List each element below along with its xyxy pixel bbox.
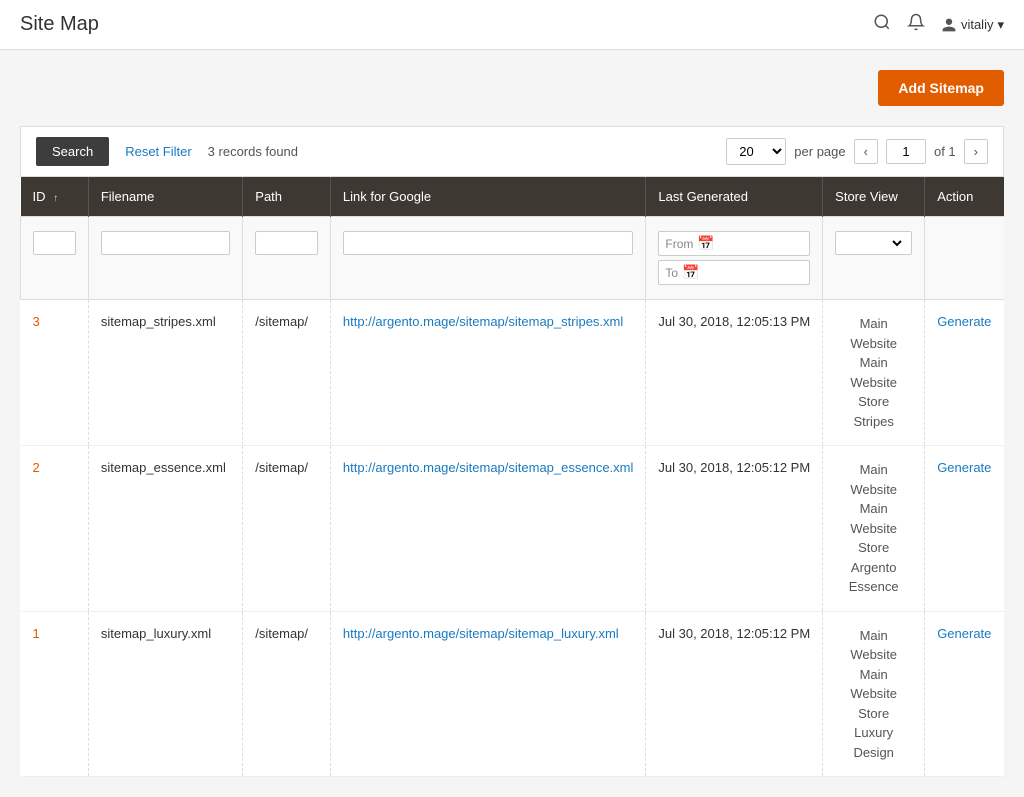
records-found: 3 records found	[208, 144, 298, 159]
link-2[interactable]: http://argento.mage/sitemap/sitemap_esse…	[343, 460, 633, 475]
cell-filename-1: sitemap_luxury.xml	[88, 611, 242, 777]
col-link: Link for Google	[330, 177, 645, 217]
top-bar-icons: vitaliy ▾	[873, 13, 1004, 36]
user-name: vitaliy	[961, 17, 994, 32]
cell-id-3: 3	[21, 300, 89, 446]
cell-date-3: Jul 30, 2018, 12:05:13 PM	[646, 300, 823, 446]
cell-date-1: Jul 30, 2018, 12:05:12 PM	[646, 611, 823, 777]
table-row: 1 sitemap_luxury.xml /sitemap/ http://ar…	[21, 611, 1005, 777]
cell-path-3: /sitemap/	[243, 300, 331, 446]
search-icon[interactable]	[873, 13, 891, 36]
col-path: Path	[243, 177, 331, 217]
generate-link-1[interactable]: Generate	[937, 626, 991, 641]
filter-date: From 📅 To 📅	[646, 217, 823, 300]
action-bar: Add Sitemap	[20, 70, 1004, 106]
top-bar: Site Map vitaliy ▾	[0, 0, 1024, 50]
cell-date-2: Jul 30, 2018, 12:05:12 PM	[646, 446, 823, 612]
search-button[interactable]: Search	[36, 137, 109, 166]
store-filter[interactable]	[835, 231, 912, 255]
cell-path-2: /sitemap/	[243, 446, 331, 612]
col-filename: Filename	[88, 177, 242, 217]
filter-id-input[interactable]	[33, 231, 76, 255]
per-page-label: per page	[794, 144, 845, 159]
bell-icon[interactable]	[907, 13, 925, 36]
table-header-row: ID ↑ Filename Path Link for Google Last …	[21, 177, 1005, 217]
date-from-label: From	[665, 237, 693, 251]
reset-filter-button[interactable]: Reset Filter	[125, 144, 191, 159]
sitemap-table: ID ↑ Filename Path Link for Google Last …	[20, 177, 1004, 777]
filter-row: From 📅 To 📅	[21, 217, 1005, 300]
page-next-button[interactable]: ›	[964, 139, 988, 164]
cell-action-1: Generate	[925, 611, 1004, 777]
cell-id-2: 2	[21, 446, 89, 612]
add-sitemap-button[interactable]: Add Sitemap	[878, 70, 1004, 106]
page-input[interactable]	[886, 139, 926, 164]
link-1[interactable]: http://argento.mage/sitemap/sitemap_luxu…	[343, 626, 619, 641]
date-filter: From 📅 To 📅	[658, 231, 810, 285]
date-to-row: To 📅	[658, 260, 810, 285]
link-3[interactable]: http://argento.mage/sitemap/sitemap_stri…	[343, 314, 623, 329]
user-menu[interactable]: vitaliy ▾	[941, 17, 1004, 33]
date-to-label: To	[665, 266, 678, 280]
chevron-down-icon: ▾	[997, 17, 1004, 33]
per-page-dropdown[interactable]: 20 30 50 100 200	[727, 139, 785, 164]
date-from-row: From 📅	[658, 231, 810, 256]
col-store-view: Store View	[823, 177, 925, 217]
cell-store-3: Main WebsiteMain Website StoreStripes	[823, 300, 925, 446]
cell-store-1: Main WebsiteMain Website StoreLuxury Des…	[823, 611, 925, 777]
filter-link-input[interactable]	[343, 231, 633, 255]
filter-path-input[interactable]	[255, 231, 318, 255]
cell-path-1: /sitemap/	[243, 611, 331, 777]
filter-id	[21, 217, 89, 300]
calendar-to-icon[interactable]: 📅	[682, 264, 699, 281]
page-of: of 1	[934, 144, 956, 159]
per-page-select[interactable]: 20 30 50 100 200	[726, 138, 786, 165]
cell-filename-2: sitemap_essence.xml	[88, 446, 242, 612]
pagination-area: 20 30 50 100 200 per page ‹ of 1 ›	[726, 138, 988, 165]
col-generated: Last Generated	[646, 177, 823, 217]
cell-filename-3: sitemap_stripes.xml	[88, 300, 242, 446]
generate-link-2[interactable]: Generate	[937, 460, 991, 475]
filter-filename	[88, 217, 242, 300]
cell-link-3: http://argento.mage/sitemap/sitemap_stri…	[330, 300, 645, 446]
filter-link	[330, 217, 645, 300]
filter-action-empty	[925, 217, 1004, 300]
store-filter-select[interactable]	[842, 235, 905, 251]
page-content: Add Sitemap Search Reset Filter 3 record…	[0, 50, 1024, 797]
search-toolbar: Search Reset Filter 3 records found 20 3…	[20, 126, 1004, 177]
cell-link-2: http://argento.mage/sitemap/sitemap_esse…	[330, 446, 645, 612]
cell-store-2: Main WebsiteMain Website StoreArgento Es…	[823, 446, 925, 612]
cell-action-3: Generate	[925, 300, 1004, 446]
filter-filename-input[interactable]	[101, 231, 230, 255]
col-action: Action	[925, 177, 1004, 217]
generate-link-3[interactable]: Generate	[937, 314, 991, 329]
page-prev-button[interactable]: ‹	[854, 139, 878, 164]
filter-path	[243, 217, 331, 300]
col-id[interactable]: ID ↑	[21, 177, 89, 217]
page-title: Site Map	[20, 13, 99, 36]
cell-id-1: 1	[21, 611, 89, 777]
sort-arrow-id: ↑	[53, 193, 58, 204]
cell-link-1: http://argento.mage/sitemap/sitemap_luxu…	[330, 611, 645, 777]
table-row: 2 sitemap_essence.xml /sitemap/ http://a…	[21, 446, 1005, 612]
calendar-from-icon[interactable]: 📅	[697, 235, 714, 252]
filter-store	[823, 217, 925, 300]
table-row: 3 sitemap_stripes.xml /sitemap/ http://a…	[21, 300, 1005, 446]
cell-action-2: Generate	[925, 446, 1004, 612]
